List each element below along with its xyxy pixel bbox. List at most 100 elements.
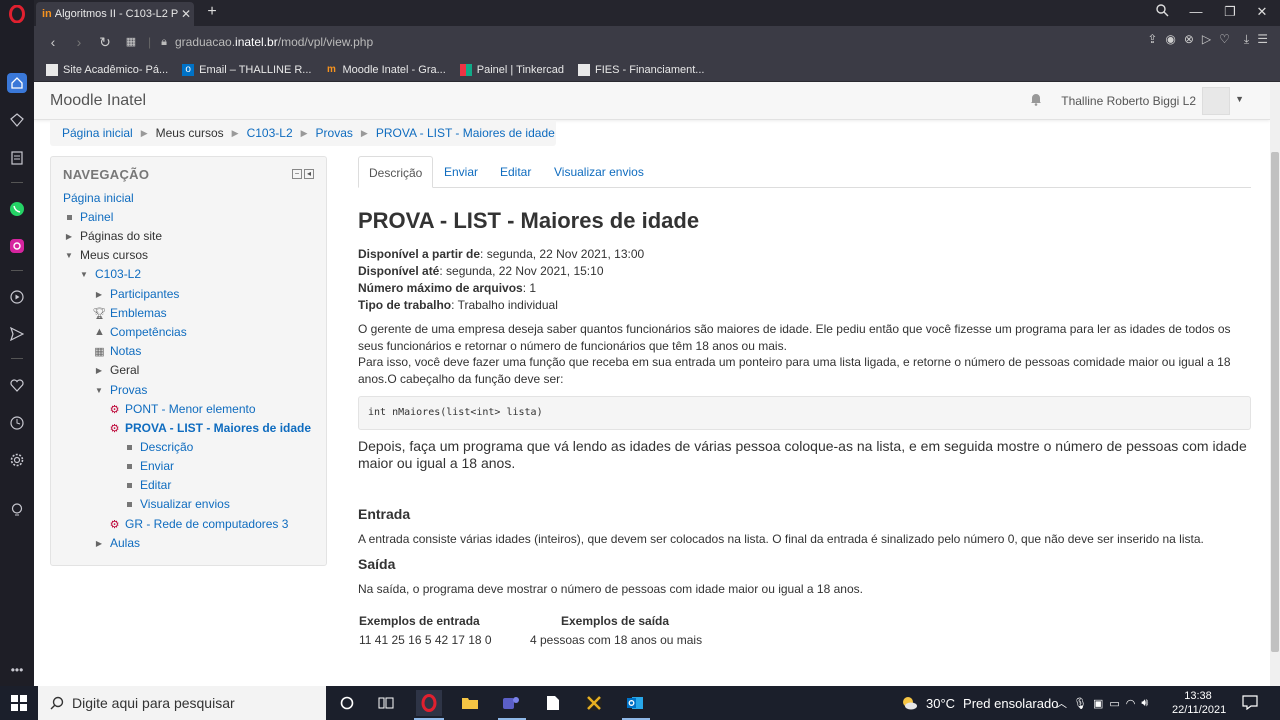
- tabs-overview-button[interactable]: ▦: [118, 30, 144, 54]
- breadcrumb-link[interactable]: Página inicial: [62, 126, 133, 140]
- task-view-icon[interactable]: [373, 690, 399, 716]
- heart-icon[interactable]: [7, 375, 27, 395]
- adblock-icon[interactable]: ⊗: [1184, 32, 1194, 47]
- nav-item-pagina-inicial[interactable]: Página inicial: [63, 191, 134, 205]
- cortana-icon[interactable]: [334, 690, 360, 716]
- battery-icon[interactable]: ▭: [1109, 697, 1119, 710]
- tab-visualizar-envios[interactable]: Visualizar envios: [544, 156, 654, 188]
- more-icon[interactable]: •••: [7, 660, 27, 680]
- reload-button[interactable]: ↻: [92, 30, 118, 54]
- browser-tab[interactable]: in Algoritmos II - C103-L2 PR ✕: [36, 2, 194, 26]
- weather-widget[interactable]: 30°C Pred ensolarado: [900, 686, 1058, 720]
- user-menu-name[interactable]: Thalline Roberto Biggi L2: [1061, 94, 1196, 108]
- microphone-icon[interactable]: 🎙︎: [1073, 697, 1087, 710]
- nav-label[interactable]: Página inicial: [63, 191, 134, 205]
- nav-item-participantes[interactable]: ▶ Participantes: [93, 287, 179, 301]
- avatar[interactable]: [1202, 87, 1230, 115]
- site-name-link[interactable]: Moodle Inatel: [50, 92, 146, 110]
- nav-label[interactable]: Editar: [140, 478, 171, 492]
- forward-button[interactable]: ›: [66, 30, 92, 54]
- home-icon[interactable]: [7, 73, 27, 93]
- nav-item-enviar[interactable]: Enviar: [123, 459, 174, 473]
- collapse-block-icon[interactable]: −: [292, 169, 302, 179]
- search-tabs-icon[interactable]: [1152, 4, 1172, 20]
- send-page-icon[interactable]: ▷: [1202, 32, 1211, 47]
- nav-item-aulas[interactable]: ▶ Aulas: [93, 536, 140, 550]
- instagram-icon[interactable]: [7, 236, 27, 256]
- whatsapp-icon[interactable]: [7, 199, 27, 219]
- scrollbar-thumb[interactable]: [1271, 152, 1279, 652]
- chevron-up-icon[interactable]: ︿: [1056, 695, 1067, 711]
- nav-label[interactable]: Participantes: [110, 287, 179, 301]
- nav-item-meus-cursos[interactable]: ▼ Meus cursos: [63, 248, 148, 262]
- restore-button[interactable]: ❐: [1220, 4, 1240, 20]
- nav-label[interactable]: Notas: [110, 344, 141, 358]
- nav-label[interactable]: PONT - Menor elemento: [125, 402, 256, 416]
- history-icon[interactable]: [7, 413, 27, 433]
- lightbulb-icon[interactable]: [7, 500, 27, 520]
- bookmark-item[interactable]: o Email – THALLINE R...: [182, 63, 311, 76]
- start-button[interactable]: [0, 686, 38, 720]
- device-icon[interactable]: ▣: [1093, 697, 1103, 710]
- breadcrumb-link[interactable]: Provas: [316, 126, 353, 140]
- downloads-icon[interactable]: ⤓: [1244, 32, 1249, 47]
- bookmark-heart-icon[interactable]: ♡: [1219, 32, 1230, 47]
- nav-item-notas[interactable]: ▦ Notas: [93, 344, 141, 358]
- nav-label[interactable]: C103-L2: [95, 267, 141, 281]
- page-scrollbar[interactable]: [1270, 82, 1280, 686]
- nav-item-gr-rede[interactable]: ⚙ GR - Rede de computadores 3: [108, 517, 289, 531]
- taskbar-search[interactable]: Digite aqui para pesquisar: [38, 686, 326, 720]
- nav-item-prova-list[interactable]: ⚙ PROVA - LIST - Maiores de idade: [108, 421, 311, 435]
- bookmark-item[interactable]: Painel | Tinkercad: [459, 63, 564, 76]
- player-icon[interactable]: [7, 287, 27, 307]
- notifications-bell-icon[interactable]: [1030, 92, 1042, 106]
- clock[interactable]: 13:38 22/11/2021: [1172, 689, 1226, 717]
- minimize-button[interactable]: —: [1186, 4, 1206, 19]
- breadcrumb-link[interactable]: C103-L2: [247, 126, 293, 140]
- breadcrumb-link[interactable]: PROVA - LIST - Maiores de idade: [376, 126, 555, 140]
- nav-item-painel[interactable]: Painel: [63, 210, 113, 224]
- nav-label[interactable]: Emblemas: [110, 306, 167, 320]
- nav-item-competencias[interactable]: ▲ Competências: [93, 325, 187, 339]
- send-icon[interactable]: [7, 324, 27, 344]
- opera-taskbar-icon[interactable]: [416, 690, 442, 716]
- bookmark-item[interactable]: FIES - Financiament...: [578, 63, 704, 76]
- nav-item-provas[interactable]: ▼ Provas: [93, 383, 147, 397]
- wifi-icon[interactable]: ◠: [1126, 697, 1136, 710]
- lock-icon[interactable]: 🔒︎: [161, 36, 167, 49]
- notepad-icon[interactable]: [540, 690, 566, 716]
- dock-block-icon[interactable]: ◂: [304, 169, 314, 179]
- nav-label[interactable]: Enviar: [140, 459, 174, 473]
- chevron-down-icon[interactable]: ▼: [1235, 94, 1244, 104]
- outlook-taskbar-icon[interactable]: [622, 690, 648, 716]
- nav-item-geral[interactable]: ▶ Geral: [93, 363, 139, 377]
- bookmark-item[interactable]: m Moodle Inatel - Gra...: [325, 64, 446, 76]
- nav-label[interactable]: PROVA - LIST - Maiores de idade: [125, 421, 311, 435]
- nav-item-paginas-do-site[interactable]: ▶ Páginas do site: [63, 229, 162, 243]
- news-icon[interactable]: [7, 148, 27, 168]
- nav-label[interactable]: Aulas: [110, 536, 140, 550]
- tab-descricao[interactable]: Descrição: [358, 156, 434, 188]
- nav-item-editar[interactable]: Editar: [123, 478, 171, 492]
- game-app-icon[interactable]: [581, 690, 607, 716]
- nav-item-pont-menor-elemento[interactable]: ⚙ PONT - Menor elemento: [108, 402, 256, 416]
- settings-icon[interactable]: [7, 450, 27, 470]
- nav-label[interactable]: Competências: [110, 325, 187, 339]
- file-explorer-icon[interactable]: [457, 690, 483, 716]
- back-button[interactable]: ‹: [40, 30, 66, 54]
- bookmark-item[interactable]: Site Acadêmico- Pá...: [46, 63, 168, 76]
- share-icon[interactable]: ⇪: [1147, 32, 1157, 47]
- nav-label[interactable]: Visualizar envios: [140, 497, 230, 511]
- nav-item-descricao[interactable]: Descrição: [123, 440, 193, 454]
- notification-center-icon[interactable]: [1242, 694, 1258, 713]
- nav-label[interactable]: GR - Rede de computadores 3: [125, 517, 288, 531]
- nav-item-c103-l2[interactable]: ▼ C103-L2: [78, 267, 141, 281]
- nav-label[interactable]: Descrição: [140, 440, 193, 454]
- pinboard-icon[interactable]: [7, 110, 27, 130]
- nav-label[interactable]: Painel: [80, 210, 113, 224]
- tab-editar[interactable]: Editar: [490, 156, 541, 188]
- nav-label[interactable]: Provas: [110, 383, 147, 397]
- snapshot-icon[interactable]: ◉: [1165, 32, 1175, 47]
- easy-setup-icon[interactable]: ☰: [1257, 32, 1268, 47]
- tab-enviar[interactable]: Enviar: [434, 156, 488, 188]
